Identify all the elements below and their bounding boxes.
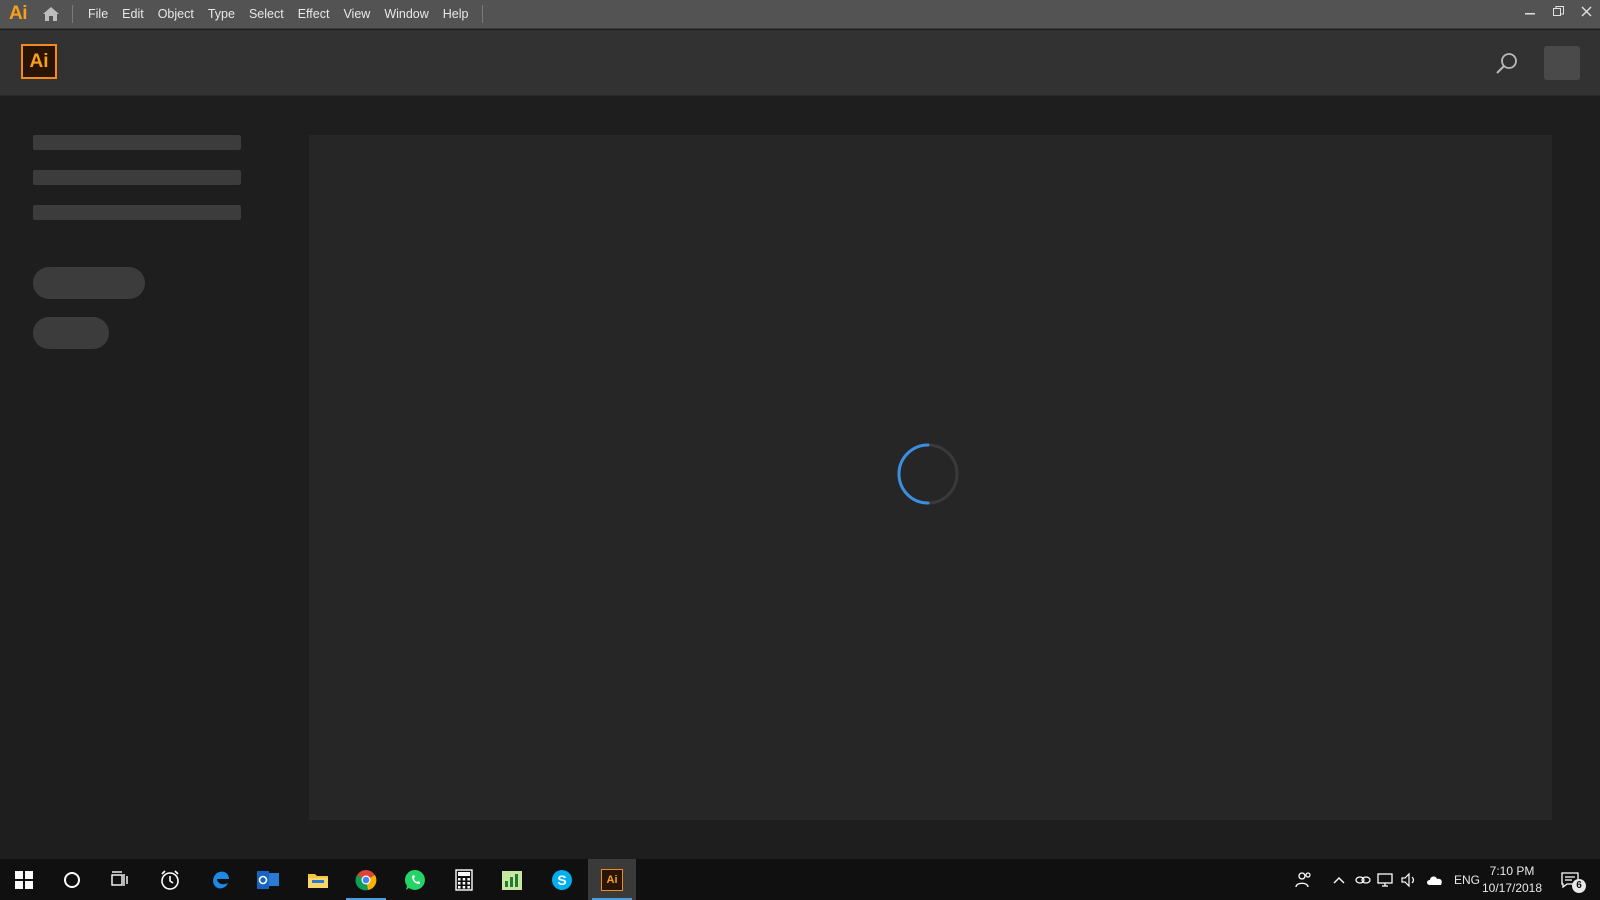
sidebar-skeleton-line (33, 135, 241, 150)
notification-count-badge: 6 (1572, 879, 1586, 893)
menu-bar: Ai File Edit Object Type Select Effect V… (0, 0, 1600, 29)
windows-taskbar: S Ai ENG 7:10 PM 10/17/2018 6 (0, 859, 1600, 900)
menu-type[interactable]: Type (201, 0, 242, 29)
excel-chart-icon[interactable] (488, 859, 536, 900)
calculator-icon[interactable] (440, 859, 488, 900)
restore-button[interactable] (1544, 0, 1572, 22)
illustrator-app-icon: Ai (9, 3, 28, 24)
menu-file[interactable]: File (81, 0, 115, 29)
onedrive-cloud-icon[interactable] (1423, 859, 1447, 900)
task-view-icon[interactable] (96, 859, 144, 900)
search-icon[interactable] (1494, 51, 1520, 77)
illustrator-logo: Ai (21, 44, 57, 79)
show-hidden-icons-chevron-icon[interactable] (1328, 859, 1350, 900)
menu-separator (72, 5, 73, 23)
content-panel (309, 135, 1552, 820)
clock-time: 7:10 PM (1489, 864, 1535, 878)
window-controls (1516, 0, 1600, 22)
sidebar-skeleton-button (33, 317, 109, 349)
volume-icon[interactable] (1398, 859, 1420, 900)
menu-edit[interactable]: Edit (115, 0, 151, 29)
sidebar-skeleton-line (33, 205, 241, 220)
user-avatar[interactable] (1544, 46, 1580, 80)
menu-effect[interactable]: Effect (291, 0, 337, 29)
loading-spinner-icon (897, 443, 959, 505)
outlook-icon[interactable] (244, 859, 292, 900)
people-icon[interactable] (1290, 859, 1318, 900)
sidebar-skeleton-line (33, 170, 241, 185)
illustrator-taskbar-label: Ai (601, 868, 623, 891)
illustrator-taskbar-icon[interactable]: Ai (588, 859, 636, 900)
file-explorer-icon[interactable] (294, 859, 342, 900)
home-header: Ai (0, 30, 1600, 96)
menu-window[interactable]: Window (377, 0, 435, 29)
home-screen (0, 96, 1600, 859)
cortana-search-icon[interactable] (48, 859, 96, 900)
whatsapp-icon[interactable] (392, 859, 440, 900)
start-button-icon[interactable] (0, 859, 48, 900)
home-icon[interactable] (36, 0, 66, 29)
menu-separator (481, 5, 483, 23)
chrome-icon[interactable] (342, 859, 390, 900)
svg-text:S: S (557, 872, 566, 888)
menu-view[interactable]: View (336, 0, 377, 29)
edge-browser-icon[interactable] (196, 859, 244, 900)
system-clock[interactable]: 7:10 PM 10/17/2018 (1476, 863, 1548, 897)
menu-help[interactable]: Help (436, 0, 476, 29)
network-icon[interactable] (1375, 859, 1397, 900)
link-icon[interactable] (1352, 859, 1374, 900)
menu-object[interactable]: Object (151, 0, 201, 29)
minimize-button[interactable] (1516, 0, 1544, 22)
skype-icon[interactable]: S (538, 859, 586, 900)
menu-select[interactable]: Select (242, 0, 291, 29)
sidebar-skeleton-button (33, 267, 145, 299)
clock-date: 10/17/2018 (1481, 881, 1543, 895)
close-button[interactable] (1572, 0, 1600, 22)
alarms-clock-icon[interactable] (146, 859, 194, 900)
